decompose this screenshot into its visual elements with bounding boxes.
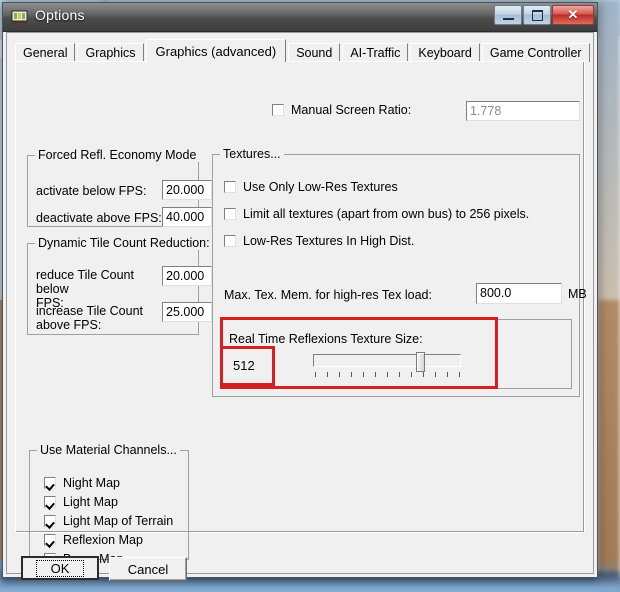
increase-tile-count-label: increase Tile Count above FPS: <box>36 304 156 332</box>
deactivate-above-fps-value: 40.000 <box>166 210 205 224</box>
reflexion-map-row[interactable]: Reflexion Map <box>44 533 143 547</box>
manual-screen-ratio-input[interactable]: 1.778 <box>466 101 580 121</box>
activate-below-fps-input[interactable]: 20.000 <box>162 180 212 200</box>
tab-keyboard-label: Keyboard <box>418 46 472 60</box>
options-dialog: Options ✕ General Graphics Graphics (adv… <box>2 2 598 581</box>
ok-button-label: OK <box>35 559 85 577</box>
dialog-client-area: General Graphics Graphics (advanced) Sou… <box>6 32 594 581</box>
light-map-terrain-checkbox[interactable] <box>44 515 56 527</box>
increase-tile-count-label-line1: increase Tile Count <box>36 304 144 318</box>
reflexion-map-label: Reflexion Map <box>63 533 143 547</box>
use-only-low-res-textures-label: Use Only Low-Res Textures <box>243 180 398 194</box>
tab-graphics-label: Graphics <box>85 46 136 60</box>
deactivate-above-fps-label: deactivate above FPS: <box>36 211 162 225</box>
manual-screen-ratio-label: Manual Screen Ratio: <box>291 103 412 117</box>
night-map-row[interactable]: Night Map <box>44 476 120 490</box>
increase-tile-count-value: 25.000 <box>166 305 205 319</box>
background-right-edge <box>598 0 620 592</box>
tab-game-controller[interactable]: Game Controller <box>481 43 590 62</box>
low-res-textures-high-dist-label: Low-Res Textures In High Dist. <box>243 234 415 248</box>
material-channels-title: Use Material Channels... <box>37 443 180 457</box>
reflexion-map-checkbox[interactable] <box>44 534 56 546</box>
limit-all-textures-row[interactable]: Limit all textures (apart from own bus) … <box>224 207 529 221</box>
max-tex-mem-label: Max. Tex. Mem. for high-res Tex load: <box>224 288 432 302</box>
cancel-button-label: Cancel <box>127 561 169 577</box>
light-map-label: Light Map <box>63 495 118 509</box>
close-button[interactable]: ✕ <box>552 5 594 25</box>
low-res-textures-high-dist-checkbox[interactable] <box>224 235 236 247</box>
tab-graphics-advanced[interactable]: Graphics (advanced) <box>145 39 287 62</box>
options-app-icon <box>11 9 28 26</box>
light-map-terrain-row[interactable]: Light Map of Terrain <box>44 514 173 528</box>
light-map-row[interactable]: Light Map <box>44 495 118 509</box>
tab-ai-traffic-label: AI-Traffic <box>350 46 401 60</box>
ok-button[interactable]: OK <box>21 556 99 580</box>
manual-screen-ratio-row[interactable]: Manual Screen Ratio: <box>272 103 411 117</box>
max-tex-mem-unit: MB <box>568 287 587 301</box>
deactivate-above-fps-input[interactable]: 40.000 <box>162 207 212 227</box>
reduce-tile-count-input[interactable]: 20.000 <box>162 266 212 286</box>
cancel-button[interactable]: Cancel <box>109 557 187 581</box>
use-only-low-res-textures-checkbox[interactable] <box>224 181 236 193</box>
reduce-tile-count-value: 20.000 <box>166 269 205 283</box>
tab-ai-traffic[interactable]: AI-Traffic <box>342 43 409 62</box>
tab-graphics[interactable]: Graphics <box>77 43 144 62</box>
minimize-icon <box>502 17 514 20</box>
use-only-low-res-textures-row[interactable]: Use Only Low-Res Textures <box>224 180 398 194</box>
limit-all-textures-label: Limit all textures (apart from own bus) … <box>243 207 530 221</box>
night-map-label: Night Map <box>63 476 120 490</box>
textures-group-title: Textures... <box>220 147 284 161</box>
tab-strip: General Graphics Graphics (advanced) Sou… <box>15 39 592 62</box>
increase-tile-count-input[interactable]: 25.000 <box>162 302 212 322</box>
limit-all-textures-checkbox[interactable] <box>224 208 236 220</box>
tab-sound[interactable]: Sound <box>288 43 341 62</box>
night-map-checkbox[interactable] <box>44 477 56 489</box>
slider-track[interactable] <box>313 354 461 367</box>
light-map-terrain-label: Light Map of Terrain <box>63 514 174 528</box>
close-icon: ✕ <box>567 7 579 22</box>
activate-below-fps-label: activate below FPS: <box>36 184 147 198</box>
increase-tile-count-label-line2: above FPS: <box>36 318 102 332</box>
manual-screen-ratio-value: 1.778 <box>470 104 502 118</box>
max-tex-mem-value: 800.0 <box>480 286 512 300</box>
max-tex-mem-input[interactable]: 800.0 <box>476 283 562 304</box>
maximize-icon <box>531 9 543 21</box>
window-title: Options <box>35 7 85 23</box>
tab-keyboard[interactable]: Keyboard <box>410 43 480 62</box>
reduce-tile-count-label-line1: reduce Tile Count below <box>36 268 134 296</box>
tab-game-controller-label: Game Controller <box>489 46 582 60</box>
reflexion-texture-size-slider[interactable] <box>313 352 465 380</box>
tab-sound-label: Sound <box>296 46 333 60</box>
slider-ticks <box>315 372 463 378</box>
title-bar[interactable]: Options ✕ <box>3 3 597 32</box>
light-map-checkbox[interactable] <box>44 496 56 508</box>
tab-general-label: General <box>23 46 68 60</box>
reflexion-texture-size-label: Real Time Reflexions Texture Size: <box>229 332 423 346</box>
slider-thumb[interactable] <box>416 352 425 372</box>
maximize-button[interactable] <box>523 5 551 25</box>
window-controls: ✕ <box>494 5 594 25</box>
tab-page-graphics-advanced: Manual Screen Ratio: 1.778 Forced Refl. … <box>15 61 587 566</box>
tab-graphics-advanced-label: Graphics (advanced) <box>155 44 277 59</box>
tab-general[interactable]: General <box>15 43 76 62</box>
dynamic-tile-count-title: Dynamic Tile Count Reduction: <box>35 236 213 250</box>
low-res-textures-high-dist-row[interactable]: Low-Res Textures In High Dist. <box>224 234 414 248</box>
manual-screen-ratio-checkbox[interactable] <box>272 104 284 116</box>
activate-below-fps-value: 20.000 <box>166 183 205 197</box>
minimize-button[interactable] <box>494 5 522 25</box>
forced-refl-economy-title: Forced Refl. Economy Mode <box>35 148 200 162</box>
reflexion-texture-size-value: 512 <box>233 358 255 373</box>
